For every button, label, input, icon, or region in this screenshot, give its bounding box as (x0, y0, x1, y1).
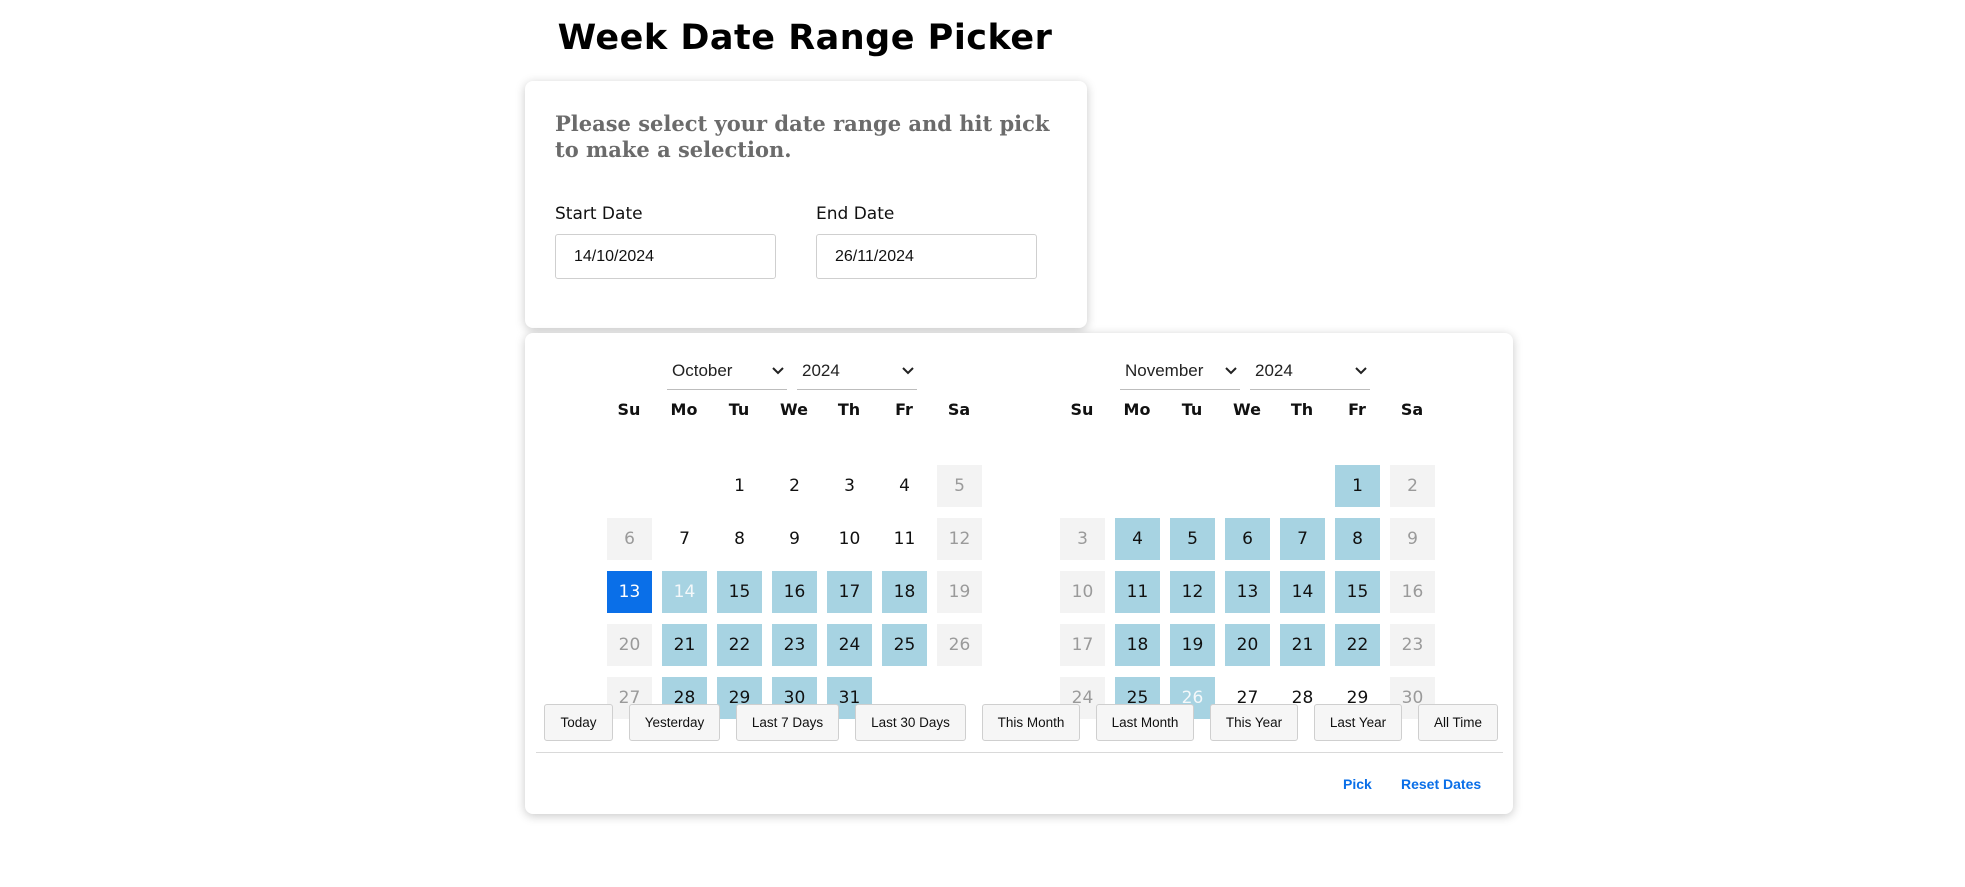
weekday-tu: Tu (728, 400, 750, 419)
weekday-header: Su Mo Tu We Th Fr Sa (1060, 400, 1440, 420)
day-cell[interactable]: 10 (1060, 571, 1105, 613)
pick-button[interactable]: Pick (1343, 776, 1372, 792)
start-date-input[interactable] (555, 234, 776, 279)
day-cell[interactable]: 1 (1335, 465, 1380, 507)
day-cell[interactable]: 7 (662, 518, 707, 560)
day-cell[interactable]: 7 (1280, 518, 1325, 560)
weekday-th: Th (837, 400, 861, 419)
day-cell[interactable]: 4 (1115, 518, 1160, 560)
weekday-tu: Tu (1181, 400, 1203, 419)
weekday-fr: Fr (1348, 400, 1366, 419)
day-cell[interactable]: 24 (827, 624, 872, 666)
chevron-down-icon (772, 367, 784, 375)
quick-range-all-time[interactable]: All Time (1418, 704, 1498, 741)
day-cell[interactable]: 14 (662, 571, 707, 613)
quick-range-this-month[interactable]: This Month (982, 704, 1080, 741)
quick-range-last-30-days[interactable]: Last 30 Days (855, 704, 966, 741)
day-cell[interactable]: 4 (882, 465, 927, 507)
day-cell[interactable]: 3 (1060, 518, 1105, 560)
day-cell[interactable]: 1 (717, 465, 762, 507)
calendar-october: October 2024 Su Mo Tu We Th Fr Sa 1 2 3 4 5 6 7 8 9 10 1… (607, 355, 987, 719)
day-cell[interactable]: 6 (607, 518, 652, 560)
day-cell[interactable]: 9 (772, 518, 817, 560)
end-date-input[interactable] (816, 234, 1037, 279)
day-cell[interactable]: 18 (882, 571, 927, 613)
day-cell[interactable]: 12 (1170, 571, 1215, 613)
weekday-fr: Fr (895, 400, 913, 419)
weekday-we: We (780, 400, 808, 419)
year-select[interactable]: 2024 (797, 355, 917, 390)
day-cell[interactable]: 23 (1390, 624, 1435, 666)
weekday-sa: Sa (1400, 400, 1424, 419)
end-date-label: End Date (816, 204, 895, 224)
quick-range-this-year[interactable]: This Year (1210, 704, 1298, 741)
day-cell[interactable]: 5 (937, 465, 982, 507)
day-cell[interactable]: 11 (1115, 571, 1160, 613)
day-cell[interactable]: 17 (1060, 624, 1105, 666)
chevron-down-icon (1225, 367, 1237, 375)
weekday-su: Su (1070, 400, 1094, 419)
quick-range-today[interactable]: Today (544, 704, 613, 741)
day-cell[interactable]: 16 (772, 571, 817, 613)
day-cell[interactable]: 6 (1225, 518, 1270, 560)
day-cell[interactable]: 22 (1335, 624, 1380, 666)
day-cell[interactable]: 16 (1390, 571, 1435, 613)
day-cell[interactable]: 2 (772, 465, 817, 507)
day-cell[interactable]: 9 (1390, 518, 1435, 560)
day-cell[interactable]: 8 (1335, 518, 1380, 560)
day-cell[interactable]: 20 (607, 624, 652, 666)
year-select[interactable]: 2024 (1250, 355, 1370, 390)
month-select[interactable]: October (667, 355, 787, 390)
quick-range-yesterday[interactable]: Yesterday (629, 704, 720, 741)
day-cell[interactable]: 14 (1280, 571, 1325, 613)
calendar-card: October 2024 Su Mo Tu We Th Fr Sa 1 2 3 4 5 6 7 8 9 10 1… (525, 333, 1513, 814)
day-cell[interactable]: 20 (1225, 624, 1270, 666)
day-cell[interactable]: 23 (772, 624, 817, 666)
day-cell[interactable]: 13 (1225, 571, 1270, 613)
weekday-header: Su Mo Tu We Th Fr Sa (607, 400, 987, 420)
day-cell[interactable]: 8 (717, 518, 762, 560)
page-title: Week Date Range Picker (557, 18, 1053, 58)
day-cell[interactable]: 21 (662, 624, 707, 666)
day-cell[interactable]: 25 (882, 624, 927, 666)
instructions-text: Please select your date range and hit pi… (555, 111, 1050, 162)
quick-range-last-month[interactable]: Last Month (1096, 704, 1194, 741)
reset-dates-button[interactable]: Reset Dates (1401, 776, 1481, 792)
day-cell[interactable]: 26 (937, 624, 982, 666)
day-cell[interactable]: 11 (882, 518, 927, 560)
day-cell[interactable]: 15 (1335, 571, 1380, 613)
day-cell[interactable]: 13 (607, 571, 652, 613)
start-date-label: Start Date (555, 204, 643, 224)
day-cell[interactable]: 3 (827, 465, 872, 507)
weekday-we: We (1233, 400, 1261, 419)
weekday-su: Su (617, 400, 641, 419)
month-select[interactable]: November (1120, 355, 1240, 390)
quick-range-last-7-days[interactable]: Last 7 Days (736, 704, 839, 741)
day-cell[interactable]: 17 (827, 571, 872, 613)
weekday-th: Th (1290, 400, 1314, 419)
day-cell[interactable]: 19 (1170, 624, 1215, 666)
calendar-november: November 2024 Su Mo Tu We Th Fr Sa 1 2 3 4 5 6 7 8 9 10… (1060, 355, 1440, 719)
weekday-sa: Sa (947, 400, 971, 419)
weekday-mo: Mo (1123, 400, 1151, 419)
chevron-down-icon (1355, 367, 1367, 375)
divider (536, 752, 1503, 753)
day-cell[interactable]: 5 (1170, 518, 1215, 560)
day-cell[interactable]: 10 (827, 518, 872, 560)
weekday-mo: Mo (670, 400, 698, 419)
day-cell[interactable]: 19 (937, 571, 982, 613)
day-cell[interactable]: 12 (937, 518, 982, 560)
day-cell[interactable]: 22 (717, 624, 762, 666)
day-cell[interactable]: 15 (717, 571, 762, 613)
day-cell[interactable]: 18 (1115, 624, 1160, 666)
date-form-card: Please select your date range and hit pi… (525, 81, 1087, 328)
day-cell[interactable]: 2 (1390, 465, 1435, 507)
quick-range-last-year[interactable]: Last Year (1314, 704, 1402, 741)
day-cell[interactable]: 21 (1280, 624, 1325, 666)
chevron-down-icon (902, 367, 914, 375)
